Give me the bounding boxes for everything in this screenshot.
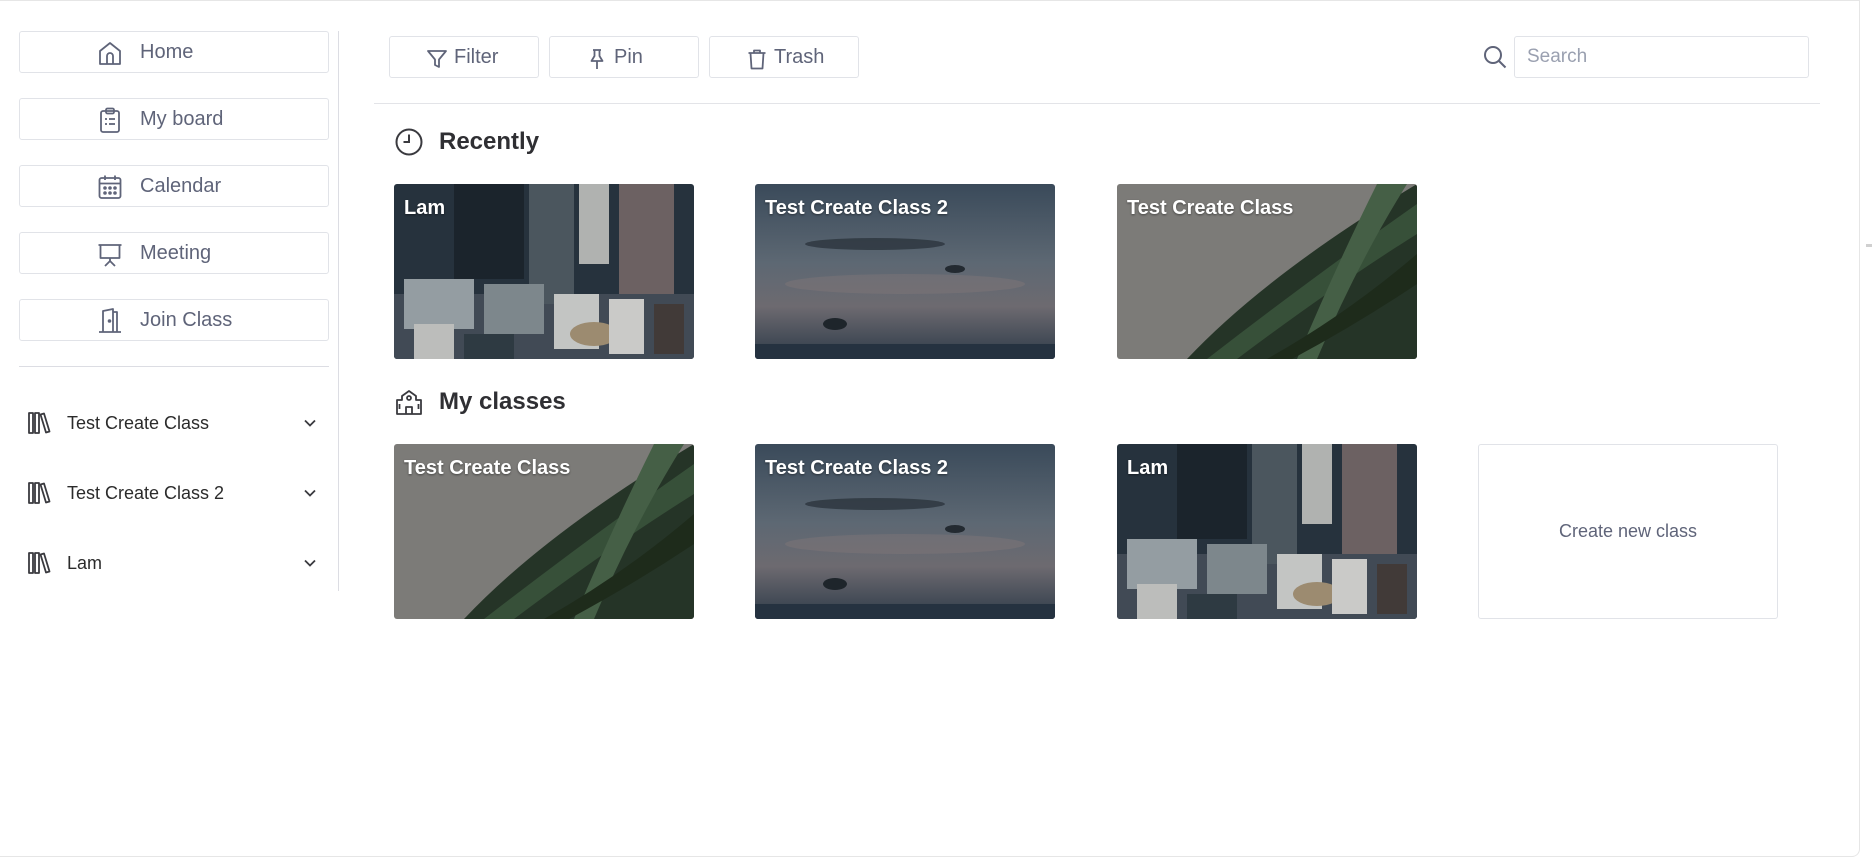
nav-my-board-button[interactable]: My board [19,98,329,140]
my-classes-heading: My classes [439,388,566,415]
nav-my-board-label: My board [140,108,224,130]
filter-icon [427,50,447,68]
nav-meeting-label: Meeting [140,242,212,264]
library-icon [28,552,51,574]
sidebar-vertical-divider [338,31,339,591]
trash-label: Trash [774,46,825,68]
card-title: Test Create Class 2 [765,197,949,219]
my-class-card[interactable]: Test Create Class 2 [755,444,1055,619]
sidebar-class-item[interactable]: Test Create Class [19,403,329,443]
sidebar-divider [19,366,329,367]
recently-heading: Recently [439,128,540,155]
card-title: Lam [404,197,446,219]
sidebar-class-item[interactable]: Lam [19,543,329,583]
my-class-card[interactable]: Test Create Class [394,444,694,619]
my-class-card[interactable]: Lam [1117,444,1417,619]
nav-home-button[interactable]: Home [19,31,329,73]
card-title: Test Create Class [404,457,571,479]
recent-class-card[interactable]: Test Create Class 2 [755,184,1055,359]
create-new-class-label: Create new class [1558,521,1698,541]
pin-icon [590,49,604,69]
nav-calendar-label: Calendar [140,175,222,197]
calendar-icon [98,175,122,199]
scrollbar-indicator[interactable] [1866,244,1872,247]
pin-button[interactable]: Pin [549,36,699,78]
chevron-down-icon[interactable] [303,556,317,570]
recent-class-card[interactable]: Test Create Class [1117,184,1417,359]
filter-button[interactable]: Filter [389,36,539,78]
filter-label: Filter [454,46,499,68]
sidebar-class-label: Test Create Class [67,413,210,433]
recent-class-card[interactable]: Lam [394,184,694,359]
nav-home-label: Home [140,41,194,63]
create-new-class-card[interactable]: Create new class [1478,444,1778,619]
home-icon [99,42,121,65]
nav-join-class-button[interactable]: Join Class [19,299,329,341]
chevron-down-icon[interactable] [303,486,317,500]
card-title: Lam [1127,457,1169,479]
library-icon [28,412,51,434]
search-input[interactable] [1514,36,1809,78]
library-icon [28,482,51,504]
toolbar-divider [374,103,1820,104]
sidebar-class-item[interactable]: Test Create Class 2 [19,473,329,513]
chevron-down-icon[interactable] [303,416,317,430]
nav-meeting-button[interactable]: Meeting [19,232,329,274]
trash-button[interactable]: Trash [709,36,859,78]
card-title: Test Create Class [1127,197,1294,219]
clipboard-icon [100,107,120,133]
trash-icon [748,49,766,70]
nav-join-class-label: Join Class [140,309,233,331]
clock-icon [395,128,423,156]
pin-label: Pin [614,46,643,68]
door-icon [99,308,121,333]
nav-calendar-button[interactable]: Calendar [19,165,329,207]
sidebar-class-label: Lam [67,553,103,573]
sidebar-class-label: Test Create Class 2 [67,483,225,503]
search-icon[interactable] [1482,44,1508,70]
presentation-icon [98,244,122,267]
card-title: Test Create Class 2 [765,457,949,479]
school-building-icon [396,390,422,415]
